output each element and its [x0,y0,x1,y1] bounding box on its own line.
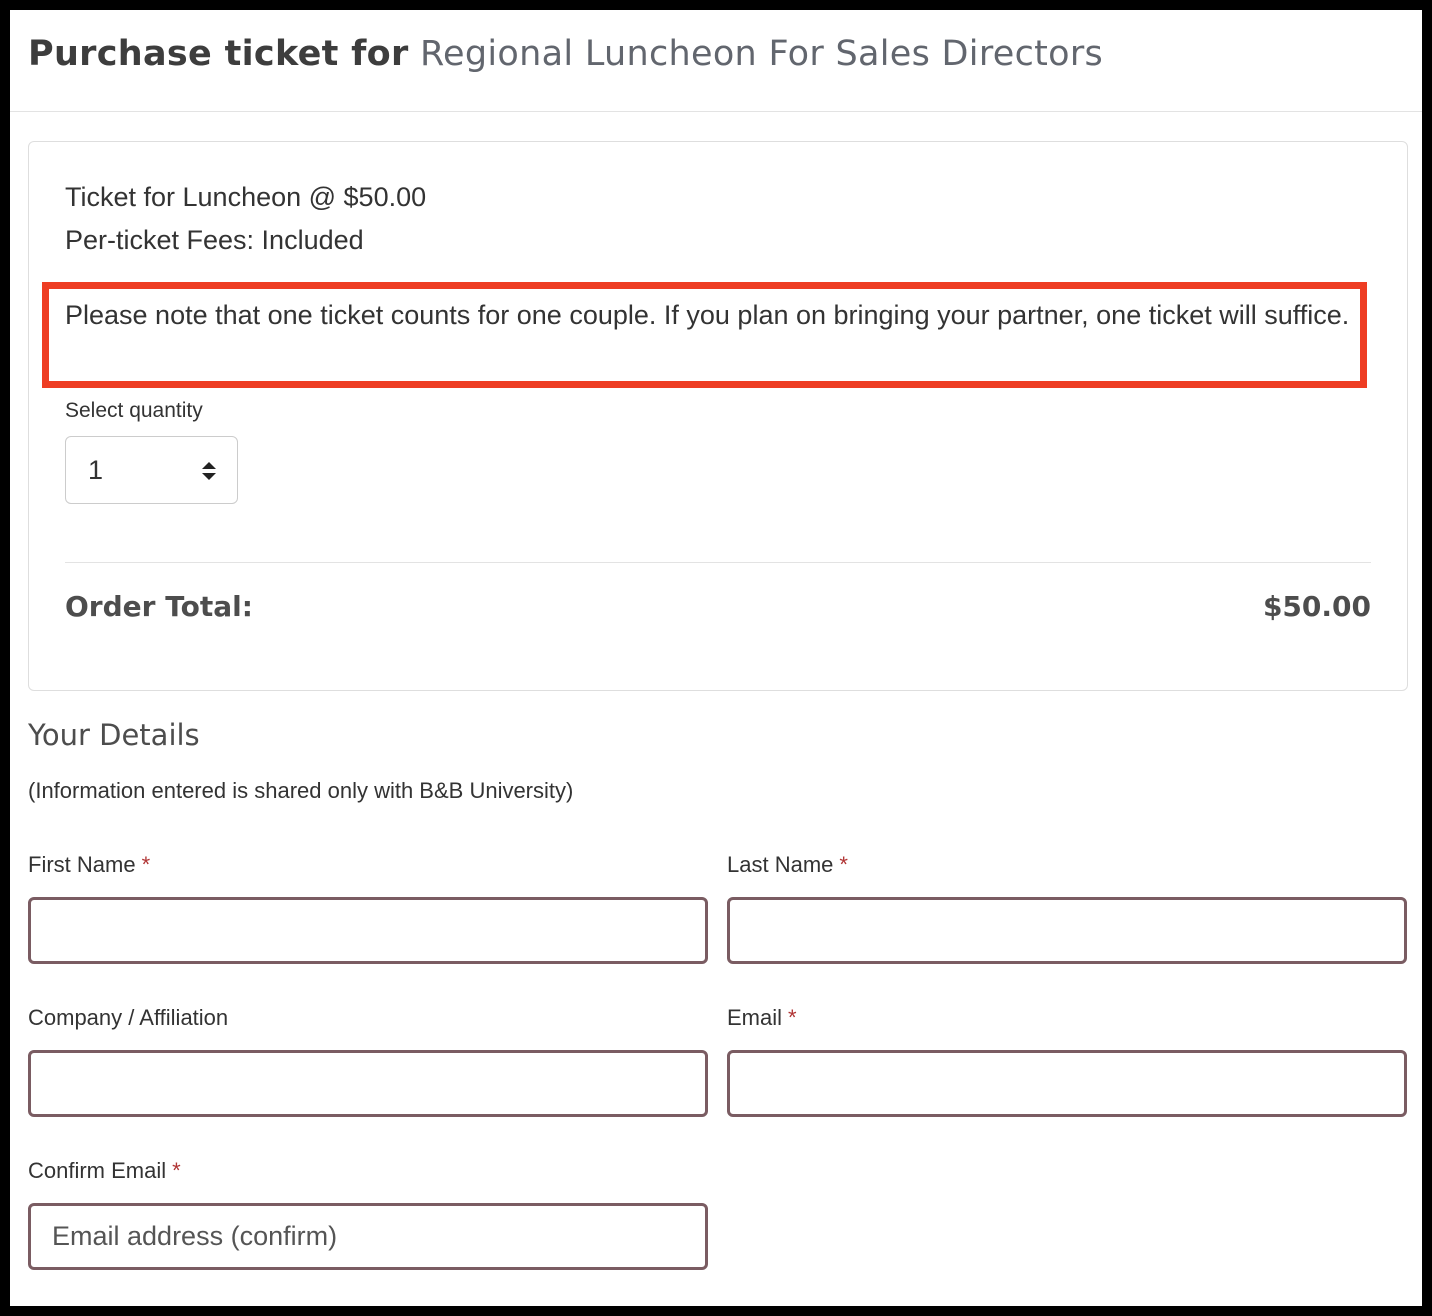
divider [65,562,1371,563]
up-down-arrows-icon [201,461,217,481]
company-field[interactable] [28,1050,708,1117]
required-marker: * [839,852,848,877]
email-label: Email * [727,1005,797,1031]
quantity-value: 1 [88,455,104,485]
last-name-label-text: Last Name [727,852,834,877]
title-prefix: Purchase ticket for [28,34,409,74]
order-total-value: $50.00 [1262,590,1371,623]
company-label-text: Company / Affiliation [28,1005,229,1030]
ticket-note: Please note that one ticket counts for o… [65,300,1350,330]
order-total-label: Order Total: [65,590,253,623]
confirm-email-label: Confirm Email * [28,1158,181,1184]
ticket-description: Ticket for Luncheon @ $50.00 [65,182,427,212]
first-name-label-text: First Name [28,852,136,877]
page-title: Purchase ticket for Regional Luncheon Fo… [28,34,1103,74]
confirm-email-label-text: Confirm Email [28,1158,167,1183]
last-name-field[interactable] [727,897,1407,964]
first-name-field[interactable] [28,897,708,964]
required-marker: * [788,1005,797,1030]
required-marker: * [172,1158,181,1183]
ticket-fees: Per-ticket Fees: Included [65,225,364,255]
quantity-label: Select quantity [65,399,203,422]
last-name-label: Last Name * [727,852,848,878]
email-label-text: Email [727,1005,783,1030]
confirm-email-field[interactable] [28,1203,708,1270]
required-marker: * [141,852,151,877]
details-title: Your Details [28,718,200,752]
page-header: Purchase ticket for Regional Luncheon Fo… [10,10,1422,112]
email-field[interactable] [727,1050,1407,1117]
company-label: Company / Affiliation [28,1005,228,1031]
first-name-label: First Name * [28,852,150,878]
event-name: Regional Luncheon For Sales Directors [420,34,1104,74]
page-frame: Purchase ticket for Regional Luncheon Fo… [10,10,1422,1306]
quantity-select[interactable]: 1 [65,436,238,504]
ticket-card: Ticket for Luncheon @ $50.00 Per-ticket … [28,141,1408,691]
details-privacy-note: (Information entered is shared only with… [28,778,574,803]
